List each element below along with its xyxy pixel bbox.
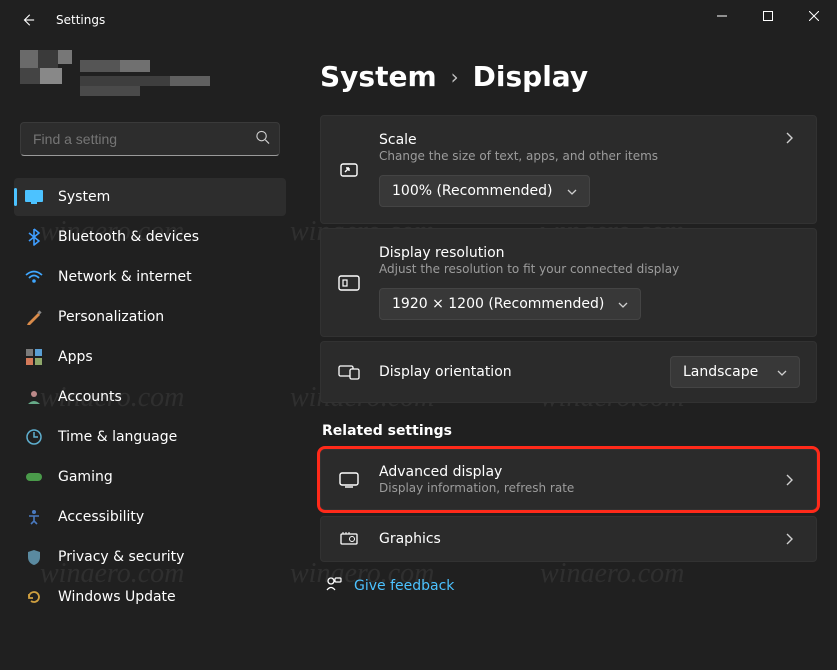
- related-settings-header: Related settings: [322, 423, 817, 439]
- sidebar-item-label: Windows Update: [58, 589, 176, 605]
- sidebar-item-label: Personalization: [58, 309, 164, 325]
- personalization-icon: [24, 307, 44, 327]
- sidebar-item-bluetooth[interactable]: Bluetooth & devices: [14, 218, 286, 256]
- scale-title: Scale: [379, 132, 780, 148]
- main-content: System › Display Scale Change the size o…: [300, 40, 837, 670]
- chevron-right-icon: [780, 533, 800, 545]
- sidebar-item-label: Time & language: [58, 429, 177, 445]
- scale-subtitle: Change the size of text, apps, and other…: [379, 149, 780, 163]
- graphics-icon: [337, 531, 361, 547]
- sidebar-item-system[interactable]: System: [14, 178, 286, 216]
- sidebar-item-personalization[interactable]: Personalization: [14, 298, 286, 336]
- advanced-display-title: Advanced display: [379, 464, 780, 480]
- orientation-icon: [337, 364, 361, 380]
- maximize-button[interactable]: [745, 0, 791, 32]
- privacy-icon: [24, 547, 44, 567]
- sidebar-item-time-language[interactable]: Time & language: [14, 418, 286, 456]
- accounts-icon: [24, 387, 44, 407]
- system-icon: [24, 187, 44, 207]
- resolution-subtitle: Adjust the resolution to fit your connec…: [379, 262, 800, 276]
- advanced-display-icon: [337, 472, 361, 488]
- apps-icon: [24, 347, 44, 367]
- sidebar-item-label: Gaming: [58, 469, 113, 485]
- advanced-display-subtitle: Display information, refresh rate: [379, 481, 780, 495]
- scale-value: 100% (Recommended): [392, 183, 553, 199]
- resolution-card[interactable]: Display resolution Adjust the resolution…: [320, 228, 817, 337]
- chevron-right-icon: [780, 132, 800, 144]
- sidebar-item-network[interactable]: Network & internet: [14, 258, 286, 296]
- sidebar-item-label: Accessibility: [58, 509, 144, 525]
- sidebar-item-accounts[interactable]: Accounts: [14, 378, 286, 416]
- accessibility-icon: [24, 507, 44, 527]
- sidebar-item-label: Network & internet: [58, 269, 192, 285]
- search-box[interactable]: [20, 122, 280, 156]
- orientation-title: Display orientation: [379, 364, 670, 380]
- window-title: Settings: [56, 13, 105, 27]
- user-profile[interactable]: [20, 44, 280, 108]
- feedback-icon: [326, 576, 342, 596]
- sidebar-item-label: Bluetooth & devices: [58, 229, 199, 245]
- give-feedback-link[interactable]: Give feedback: [320, 576, 817, 596]
- chevron-right-icon: [780, 474, 800, 486]
- chevron-down-icon: [777, 364, 787, 380]
- sidebar-item-label: Apps: [58, 349, 93, 365]
- network-icon: [24, 267, 44, 287]
- sidebar: System Bluetooth & devices Network & int…: [0, 40, 300, 670]
- orientation-value: Landscape: [683, 364, 758, 380]
- orientation-dropdown[interactable]: Landscape: [670, 356, 800, 388]
- sidebar-item-label: System: [58, 189, 110, 205]
- back-button[interactable]: [14, 6, 42, 34]
- minimize-button[interactable]: [699, 0, 745, 32]
- graphics-card[interactable]: Graphics: [320, 516, 817, 562]
- sidebar-item-apps[interactable]: Apps: [14, 338, 286, 376]
- sidebar-item-privacy[interactable]: Privacy & security: [14, 538, 286, 576]
- time-language-icon: [24, 427, 44, 447]
- graphics-title: Graphics: [379, 531, 780, 547]
- scale-icon: [337, 160, 361, 180]
- gaming-icon: [24, 467, 44, 487]
- scale-card[interactable]: Scale Change the size of text, apps, and…: [320, 115, 817, 224]
- chevron-down-icon: [567, 183, 577, 199]
- breadcrumb-parent[interactable]: System: [320, 60, 437, 93]
- feedback-label: Give feedback: [354, 578, 454, 594]
- sidebar-item-label: Accounts: [58, 389, 122, 405]
- update-icon: [24, 587, 44, 607]
- search-icon: [255, 130, 270, 149]
- scale-dropdown[interactable]: 100% (Recommended): [379, 175, 590, 207]
- sidebar-item-gaming[interactable]: Gaming: [14, 458, 286, 496]
- sidebar-item-windows-update[interactable]: Windows Update: [14, 578, 286, 616]
- resolution-icon: [337, 274, 361, 292]
- breadcrumb-current: Display: [473, 60, 588, 93]
- resolution-value: 1920 × 1200 (Recommended): [392, 296, 604, 312]
- titlebar: Settings: [0, 0, 837, 40]
- resolution-title: Display resolution: [379, 245, 800, 261]
- search-input[interactable]: [20, 122, 280, 156]
- nav-list: System Bluetooth & devices Network & int…: [14, 178, 286, 616]
- resolution-dropdown[interactable]: 1920 × 1200 (Recommended): [379, 288, 641, 320]
- bluetooth-icon: [24, 227, 44, 247]
- advanced-display-card[interactable]: Advanced display Display information, re…: [320, 449, 817, 510]
- sidebar-item-accessibility[interactable]: Accessibility: [14, 498, 286, 536]
- close-button[interactable]: [791, 0, 837, 32]
- orientation-card[interactable]: Display orientation Landscape: [320, 341, 817, 403]
- breadcrumb: System › Display: [320, 60, 817, 93]
- chevron-down-icon: [618, 296, 628, 312]
- chevron-right-icon: ›: [451, 65, 459, 89]
- sidebar-item-label: Privacy & security: [58, 549, 184, 565]
